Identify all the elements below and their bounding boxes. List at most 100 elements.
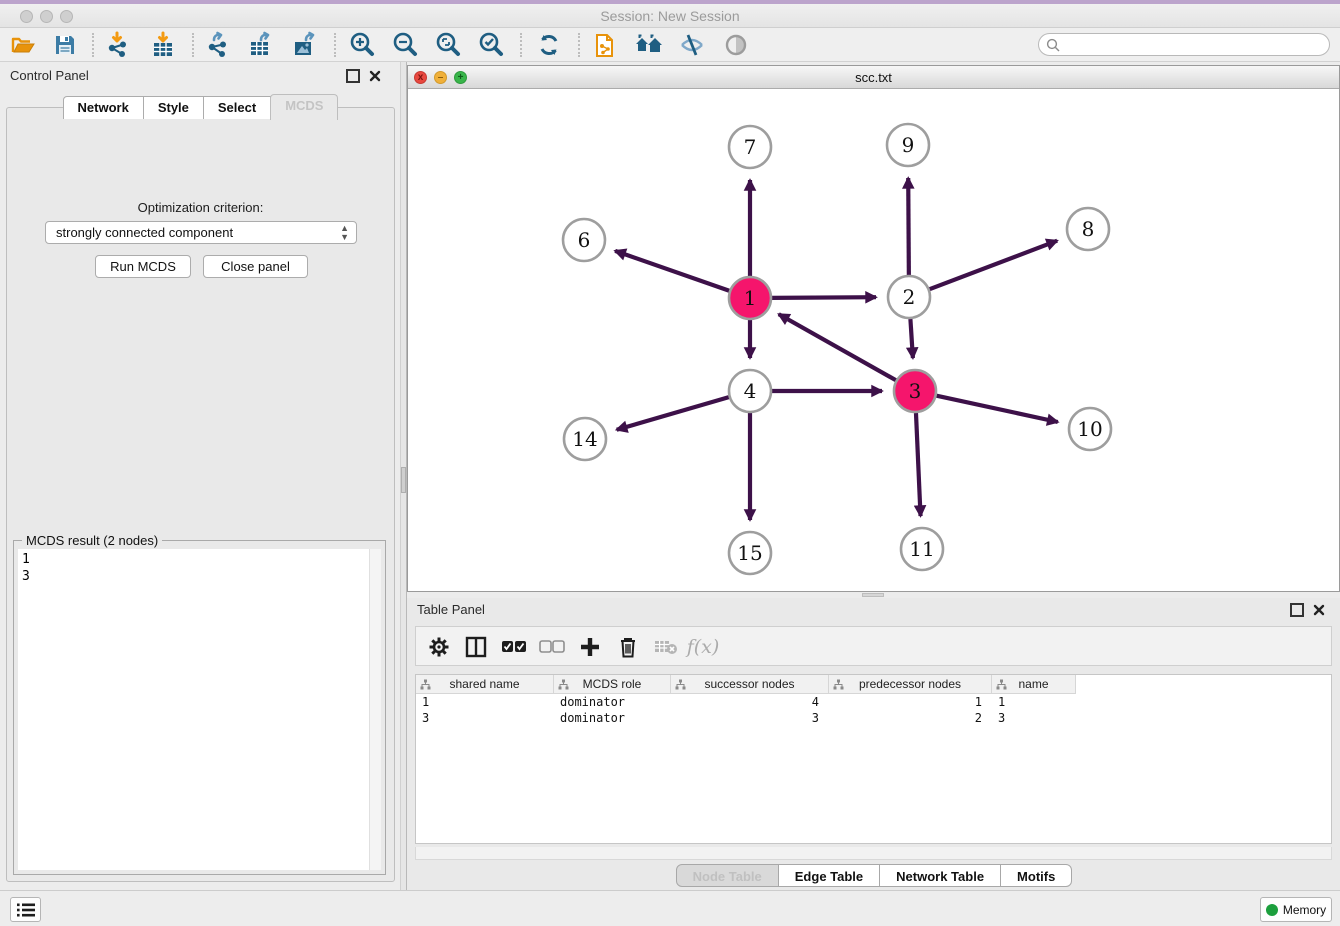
select-stepper-icon: ▲▼ <box>340 224 349 242</box>
graph-node-label-2: 2 <box>903 285 916 309</box>
toolbar-separator <box>578 33 580 57</box>
graph-edge-3-1[interactable] <box>779 314 896 380</box>
network-window-titlebar[interactable]: x – + scc.txt <box>408 66 1339 89</box>
toolbar-separator <box>520 33 522 57</box>
refresh-icon[interactable] <box>534 31 564 59</box>
zoom-selected-icon[interactable] <box>476 31 506 59</box>
graph-edge-4-14[interactable] <box>617 397 729 430</box>
tab-node-table[interactable]: Node Table <box>676 864 779 887</box>
graph-edge-2-8[interactable] <box>930 241 1058 289</box>
column-header-name[interactable]: name <box>992 675 1076 694</box>
eye-icon[interactable] <box>721 31 751 59</box>
cell-successor-nodes[interactable]: 4 <box>671 694 829 710</box>
network-file-icon[interactable] <box>590 31 620 59</box>
cell-predecessor-nodes[interactable]: 1 <box>829 694 992 710</box>
graph-node-label-8: 8 <box>1082 217 1095 241</box>
column-label: name <box>1018 677 1048 691</box>
graph-edge-2-3[interactable] <box>910 319 912 358</box>
eye-slash-icon[interactable] <box>677 31 707 59</box>
deselect-all-icon[interactable] <box>537 632 567 662</box>
run-mcds-button[interactable]: Run MCDS <box>95 255 191 278</box>
delete-table-icon[interactable] <box>651 632 681 662</box>
cell-name[interactable]: 1 <box>992 694 1076 710</box>
column-header-predecessor-nodes[interactable]: predecessor nodes <box>829 675 992 694</box>
float-table-panel-icon[interactable] <box>1290 603 1304 617</box>
network-canvas[interactable]: 7968124314101511 <box>408 89 1339 591</box>
cell-successor-nodes[interactable]: 3 <box>671 710 829 726</box>
horizontal-splitter-handle[interactable] <box>862 593 884 597</box>
graph-node-label-3: 3 <box>909 379 922 403</box>
tab-mcds[interactable]: MCDS <box>270 94 338 120</box>
tab-edge-table[interactable]: Edge Table <box>778 864 880 887</box>
vertical-splitter[interactable] <box>400 62 407 890</box>
add-column-icon[interactable] <box>575 632 605 662</box>
tab-motifs[interactable]: Motifs <box>1000 864 1072 887</box>
cell-shared-name[interactable]: 3 <box>416 710 554 726</box>
hierarchy-icon <box>675 679 686 690</box>
task-history-button[interactable] <box>10 897 41 922</box>
cell-MCDS-role[interactable]: dominator <box>554 710 671 726</box>
cell-shared-name[interactable]: 1 <box>416 694 554 710</box>
graph-edge-3-10[interactable] <box>936 396 1057 422</box>
column-header-MCDS-role[interactable]: MCDS role <box>554 675 671 694</box>
search-input[interactable] <box>1065 35 1320 54</box>
search-field <box>1038 33 1330 56</box>
tab-network[interactable]: Network <box>63 96 144 119</box>
column-header-successor-nodes[interactable]: successor nodes <box>671 675 829 694</box>
memory-label: Memory <box>1283 903 1326 917</box>
control-panel-title: Control Panel <box>10 68 89 83</box>
zoom-out-icon[interactable] <box>390 31 420 59</box>
import-network-icon[interactable] <box>103 31 133 59</box>
app-titlebar: Session: New Session <box>0 4 1340 28</box>
status-bar: Memory <box>0 890 1340 926</box>
cell-predecessor-nodes[interactable]: 2 <box>829 710 992 726</box>
import-table-icon[interactable] <box>148 31 178 59</box>
delete-icon[interactable] <box>613 632 643 662</box>
gear-icon[interactable] <box>424 632 454 662</box>
home-icon[interactable] <box>634 31 664 59</box>
column-label: predecessor nodes <box>859 677 961 691</box>
vertical-splitter-handle[interactable] <box>401 467 406 493</box>
app-title: Session: New Session <box>0 8 1340 24</box>
optimization-criterion-select[interactable]: strongly connected component ▲▼ <box>45 221 357 244</box>
cell-name[interactable]: 3 <box>992 710 1076 726</box>
toolbar-separator <box>92 33 94 57</box>
result-scrollbar[interactable] <box>369 549 381 870</box>
save-session-icon[interactable] <box>50 31 80 59</box>
table-horizontal-scrollbar[interactable] <box>415 847 1332 860</box>
export-image-icon[interactable] <box>290 31 320 59</box>
graph-node-label-14: 14 <box>572 427 597 451</box>
control-panel-tabs: NetworkStyleSelectMCDS <box>0 96 400 120</box>
table-panel-title: Table Panel <box>417 602 485 617</box>
mcds-panel-body: Optimization criterion: strongly connect… <box>6 107 395 882</box>
column-header-shared-name[interactable]: shared name <box>416 675 554 694</box>
tab-network-table[interactable]: Network Table <box>879 864 1001 887</box>
graph-node-label-11: 11 <box>909 537 934 561</box>
table-row-2[interactable]: 3dominator323 <box>416 710 1331 726</box>
cell-MCDS-role[interactable]: dominator <box>554 694 671 710</box>
memory-button[interactable]: Memory <box>1260 897 1332 922</box>
close-panel-button[interactable]: Close panel <box>203 255 308 278</box>
float-panel-icon[interactable] <box>346 69 360 83</box>
graph-node-label-15: 15 <box>737 541 762 565</box>
columns-icon[interactable] <box>461 632 491 662</box>
open-session-icon[interactable] <box>8 31 38 59</box>
close-panel-icon[interactable] <box>368 69 382 83</box>
tab-style[interactable]: Style <box>143 96 204 119</box>
graph-edge-3-11[interactable] <box>916 413 921 516</box>
zoom-fit-icon[interactable] <box>433 31 463 59</box>
table-row-1[interactable]: 1dominator411 <box>416 694 1331 710</box>
graph-node-label-9: 9 <box>902 133 915 157</box>
zoom-in-icon[interactable] <box>347 31 377 59</box>
tab-select[interactable]: Select <box>203 96 271 119</box>
graph-edge-1-2[interactable] <box>772 297 876 298</box>
table-header-row: shared nameMCDS rolesuccessor nodes prede… <box>416 675 1331 694</box>
graph-edge-2-9[interactable] <box>908 178 909 275</box>
select-all-icon[interactable] <box>499 632 529 662</box>
export-table-icon[interactable] <box>246 31 276 59</box>
function-builder-icon[interactable]: f(x) <box>688 632 718 662</box>
close-table-panel-icon[interactable] <box>1312 603 1326 617</box>
main-toolbar <box>0 28 1340 62</box>
export-network-icon[interactable] <box>203 31 233 59</box>
graph-edge-1-6[interactable] <box>615 251 729 291</box>
